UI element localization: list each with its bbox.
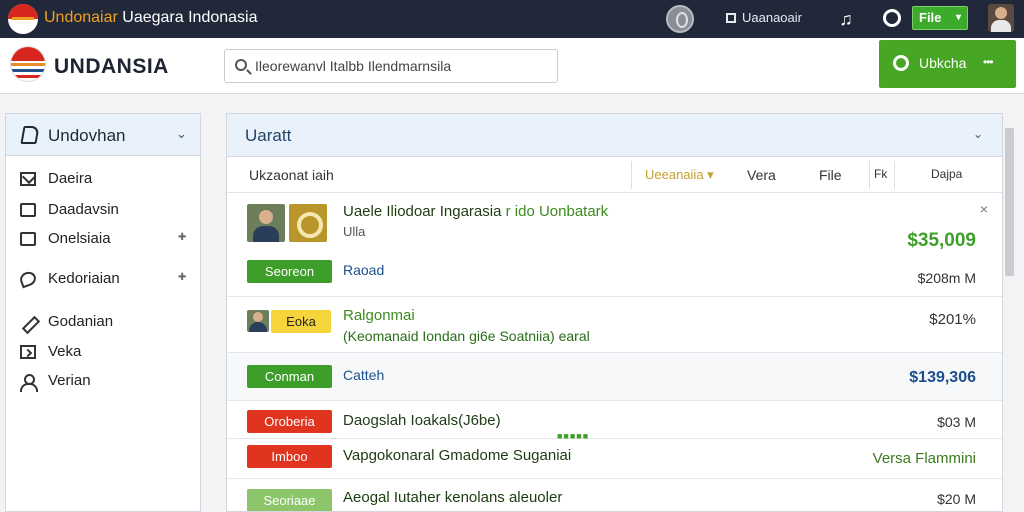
sidebar-header-label: Undovhan: [48, 126, 126, 145]
row-subtitle: Ulla: [343, 224, 366, 239]
app-title: Undonaiar Uaegara Indonasia: [44, 9, 258, 27]
sidebar-item-daeira[interactable]: Daeira: [20, 170, 92, 187]
user-icon: [20, 373, 38, 392]
row-price: $03 M: [937, 414, 976, 430]
sidebar-item-veka[interactable]: Veka: [20, 343, 81, 360]
loop-icon: [18, 269, 38, 288]
main-header-label: Uaratt: [245, 126, 292, 145]
main-header[interactable]: Uaratt ⌄: [227, 114, 1002, 157]
sidebar-item-label: Kedoriaian: [48, 270, 120, 287]
row-title[interactable]: Uaele Iliodoar Ingarasia r ido Uonbatark: [343, 203, 608, 220]
status-badge[interactable]: Conman: [247, 365, 332, 388]
music-icon[interactable]: ♫: [836, 9, 856, 29]
row-price: Versa Flammini: [872, 450, 976, 467]
column-file[interactable]: File: [819, 167, 842, 183]
brand-name: UNDANSIA: [54, 55, 169, 78]
action-button[interactable]: Ubkcha •••: [879, 40, 1016, 88]
row-title-part: Uaele Iliodoar Ingarasia: [343, 203, 506, 220]
square-icon: [726, 12, 736, 23]
column-vera[interactable]: Vera: [747, 167, 776, 183]
file-button[interactable]: File ▾: [912, 6, 968, 30]
status-badge[interactable]: Imboo: [247, 445, 332, 468]
status-badge[interactable]: Oroberia: [247, 410, 332, 433]
table-row[interactable]: Seoriaae Aeogal Iutaher kenolans aleuole…: [227, 479, 1002, 511]
file-button-label: File: [919, 10, 942, 25]
status-badge[interactable]: Seoreon: [247, 260, 332, 283]
search-input[interactable]: [255, 56, 545, 76]
circle-icon[interactable]: [883, 9, 901, 27]
row-link[interactable]: Raoad: [343, 262, 384, 278]
notifications-link[interactable]: Uaanaoair: [726, 10, 802, 25]
status-badge[interactable]: Seoriaae: [247, 489, 332, 511]
main-panel: Uaratt ⌄ Ukzaonat iaih Ueeanaiia ▾ Vera …: [226, 113, 1003, 512]
row-subtitle: (Keomanaid Iondan gi6e Soatniia) earal: [343, 328, 590, 344]
mail-icon: [20, 171, 36, 186]
pin-icon[interactable]: ✚: [178, 272, 186, 283]
row-price: $35,009: [907, 230, 976, 251]
sidebar-item-label: Daeira: [48, 170, 93, 187]
column-sort[interactable]: Ueeanaiia ▾: [645, 167, 714, 183]
action-icon: [893, 55, 909, 71]
person-thumbnail: [247, 310, 269, 332]
table-row[interactable]: Uaele Iliodoar Ingarasia r ido Uonbatark…: [227, 193, 1002, 297]
shield-icon: [20, 126, 40, 144]
column-fk[interactable]: Fk: [874, 167, 887, 181]
notifications-label: Uaanaoair: [742, 10, 802, 25]
close-icon[interactable]: ×: [980, 201, 988, 217]
search-icon: [235, 59, 247, 71]
person-thumbnail: [247, 204, 285, 242]
sidebar-item-label: Onelsiaia: [48, 230, 111, 247]
scrollbar[interactable]: [1005, 128, 1014, 276]
pin-icon[interactable]: ✚: [178, 232, 186, 243]
sidebar-item-godanian[interactable]: Godanian: [20, 313, 113, 330]
row-price: $20 M: [937, 491, 976, 507]
sidebar-header[interactable]: Undovhan ⌄: [6, 114, 200, 156]
table-row[interactable]: Eoka Ralgonmai (Keomanaid Iondan gi6e So…: [227, 297, 1002, 353]
flag-icon[interactable]: [8, 4, 38, 34]
checkbox-icon: [20, 202, 36, 217]
sidebar-item-daadavsin[interactable]: Daadavsin: [20, 201, 119, 218]
action-button-label: Ubkcha: [919, 55, 967, 71]
sidebar-item-label: Godanian: [48, 313, 114, 330]
header: UNDANSIA Ubkcha •••: [0, 38, 1024, 94]
app-title-part-a: Undonaiar: [44, 9, 118, 26]
row-title[interactable]: Ralgonmai: [343, 307, 415, 324]
status-badge[interactable]: Eoka: [271, 310, 331, 333]
sidebar-item-label: Daadavsin: [48, 201, 119, 218]
logo-thumbnail: [289, 204, 327, 242]
row-price: $201%: [929, 311, 976, 328]
checkbox-icon: [20, 231, 36, 246]
table-row[interactable]: Oroberia Daogslah Ioakals(J6be) ■■■■■ $0…: [227, 401, 1002, 441]
sidebar-item-verian[interactable]: Verian: [20, 372, 91, 392]
logo[interactable]: [10, 46, 46, 82]
sidebar-item-label: Veka: [48, 343, 82, 360]
chevron-down-icon: ⌄: [973, 127, 984, 141]
row-title[interactable]: Daogslah Ioakals(J6be): [343, 412, 501, 429]
sidebar-item-kedoriaian[interactable]: Kedoriaian: [18, 269, 120, 288]
avatar[interactable]: [988, 4, 1014, 32]
globe-icon[interactable]: [666, 5, 694, 33]
table-row[interactable]: Imboo Vapgokonaral Gmadome Suganiai Vers…: [227, 439, 1002, 479]
column-name[interactable]: Ukzaonat iaih: [249, 167, 334, 183]
row-title[interactable]: Vapgokonaral Gmadome Suganiai: [343, 447, 571, 464]
chevron-down-icon: ⌄: [176, 126, 187, 141]
table-row[interactable]: Conman Catteh $139,306: [227, 353, 1002, 401]
top-bar: Undonaiar Uaegara Indonasia Uaanaoair ♫ …: [0, 0, 1024, 38]
row-link[interactable]: Catteh: [343, 367, 384, 383]
row-price: $139,306: [909, 369, 976, 386]
pen-icon: [20, 315, 36, 329]
caret-down-icon: ▾: [955, 12, 961, 23]
tv-icon: [20, 344, 36, 359]
search-box[interactable]: [224, 49, 558, 83]
sidebar-item-onelsiaia[interactable]: Onelsiaia: [20, 230, 111, 247]
sidebar: Undovhan ⌄ Daeira Daadavsin Onelsiaia ✚ …: [5, 113, 201, 512]
app-title-part-b: Uaegara Indonasia: [122, 9, 258, 26]
sidebar-item-label: Verian: [48, 372, 91, 389]
row-title-part: r ido Uonbatark: [505, 203, 609, 220]
row-title[interactable]: Aeogal Iutaher kenolans aleuoler: [343, 489, 562, 506]
row-price-secondary: $208m M: [917, 270, 976, 286]
more-dots-icon: •••: [983, 55, 994, 69]
table-header: Ukzaonat iaih Ueeanaiia ▾ Vera File Fk D…: [227, 157, 1002, 193]
column-price[interactable]: Dajpa: [931, 167, 962, 181]
